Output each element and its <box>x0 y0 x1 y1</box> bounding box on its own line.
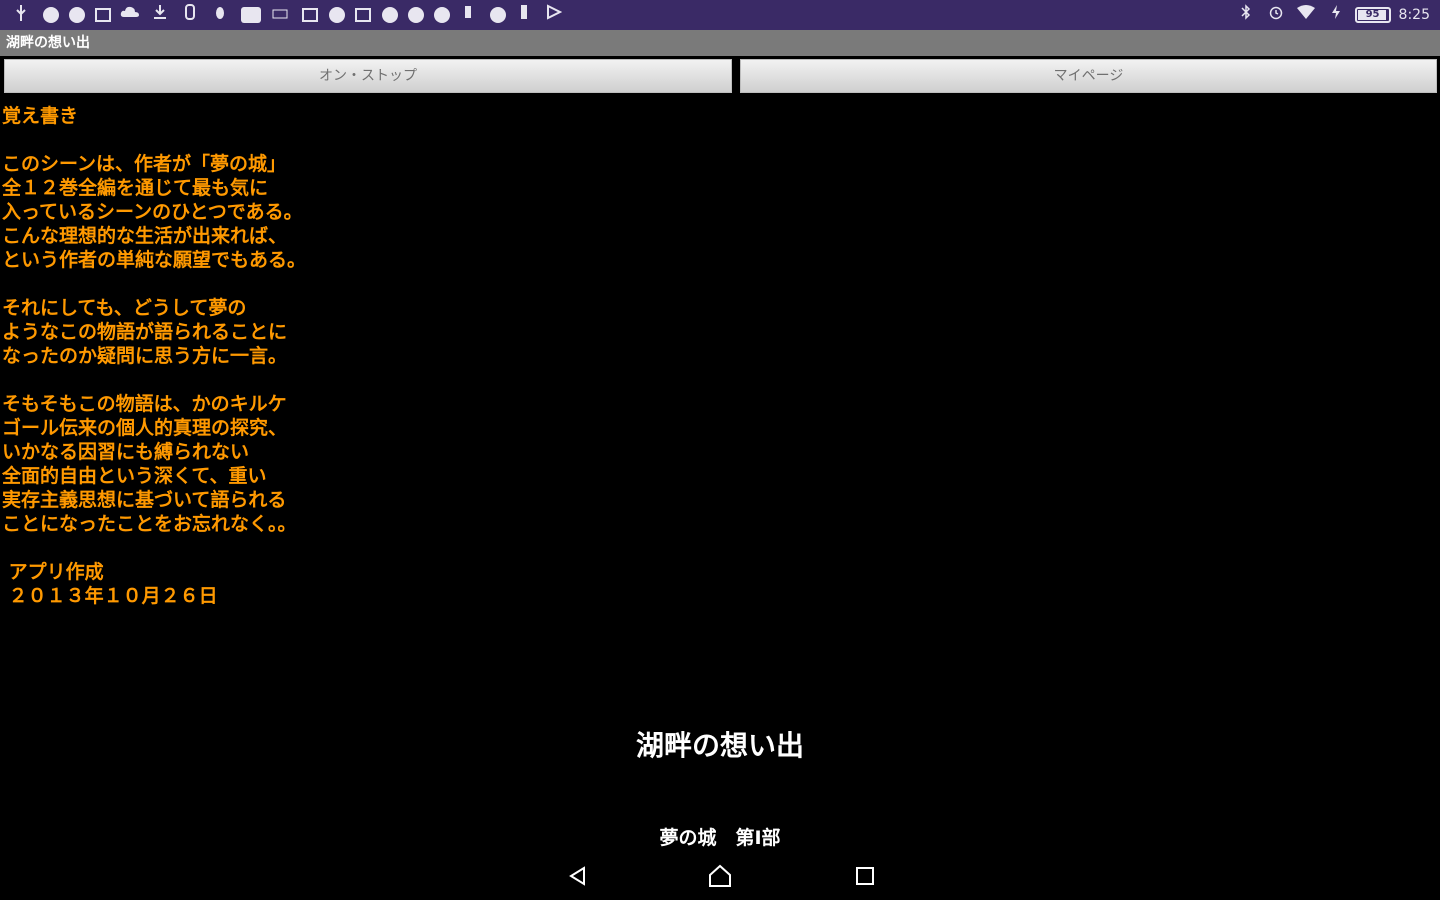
memo-line: なったのか疑問に思う方に一言。 <box>2 345 288 367</box>
my-page-button[interactable]: マイページ <box>740 59 1437 93</box>
memo-line: ことになったことをお忘れなく。。 <box>2 513 297 535</box>
app-icon <box>179 4 201 26</box>
memo-line: このシーンは、作者が「夢の城」 <box>2 153 287 175</box>
app-title: 湖畔の想い出 <box>6 35 90 51</box>
memo-line: 覚え書き <box>2 105 79 127</box>
bluetooth-icon <box>1235 4 1257 26</box>
usb-icon <box>10 4 32 26</box>
scene-title: 湖畔の想い出 <box>635 729 804 762</box>
memo-text: 覚え書きこのシーンは、作者が「夢の城」 全１２巻全編を通じて最も気に 入っているシー… <box>2 104 702 608</box>
info-icon <box>490 7 506 23</box>
memo-line: そもそもこの物語は、かのキルケ <box>2 393 287 415</box>
cloud-icon <box>119 4 141 26</box>
home-button[interactable] <box>700 860 740 892</box>
memo-line: 入っているシーンのひとつである。 <box>2 201 303 223</box>
app-icon <box>329 7 345 23</box>
memo-line: 全面的自由という深くて、重い <box>2 465 267 487</box>
recent-apps-button[interactable] <box>845 860 885 892</box>
memo-line: アプリ作成 <box>2 561 104 583</box>
memo-line: ようなこの物語が語られることに <box>2 321 288 343</box>
app-icon <box>457 4 479 26</box>
clock: 8:25 <box>1398 7 1430 23</box>
memo-line: ゴール伝来の個人的真理の探究、 <box>2 417 288 439</box>
app-icon <box>302 8 318 22</box>
memo-line: ２０１３年１０月２６日 <box>2 585 218 607</box>
app-icon <box>241 7 261 23</box>
recent-apps-icon <box>856 867 874 885</box>
battery-percent: 95 <box>1365 9 1380 20</box>
system-indicators: 95 8:25 <box>1235 0 1440 30</box>
back-icon <box>569 866 585 886</box>
memo-line: いかなる因習にも縛られない <box>2 441 250 463</box>
app-icon <box>355 8 371 22</box>
back-button[interactable] <box>558 860 598 892</box>
scene-subtitle: 夢の城 第Ⅰ部 <box>659 827 781 849</box>
wifi-icon <box>1295 4 1317 26</box>
status-bar: 95 8:25 <box>0 0 1440 30</box>
app-icon <box>513 4 535 26</box>
app-title-bar: 湖畔の想い出 <box>0 30 1440 56</box>
memo-line: 全１２巻全編を通じて最も気に <box>2 177 269 199</box>
charging-icon <box>1325 4 1347 26</box>
battery-indicator: 95 <box>1354 7 1391 23</box>
app-screen: 95 8:25 湖畔の想い出 オン・ストップ マイページ 覚え書きこのシーンは、… <box>0 0 1440 900</box>
download-icon <box>149 4 171 26</box>
app-icon <box>69 7 85 23</box>
bug-icon <box>209 4 231 26</box>
app-icon <box>408 7 424 23</box>
memo-line: それにしても、どうして夢の <box>2 297 247 319</box>
keyboard-icon <box>269 4 291 26</box>
app-icon <box>382 7 398 23</box>
play-icon <box>543 4 565 26</box>
memo-line: 実存主義思想に基づいて語られる <box>2 489 287 511</box>
memo-line: こんな理想的な生活が出来れば、 <box>2 225 288 247</box>
app-icon <box>95 8 111 22</box>
home-icon <box>709 864 731 887</box>
app-icon <box>43 7 59 23</box>
memo-line: という作者の単純な願望でもある。 <box>2 249 307 271</box>
alarm-icon <box>1265 4 1287 26</box>
info-icon <box>434 7 450 23</box>
on-stop-button[interactable]: オン・ストップ <box>4 59 732 93</box>
notification-icons <box>0 0 573 30</box>
